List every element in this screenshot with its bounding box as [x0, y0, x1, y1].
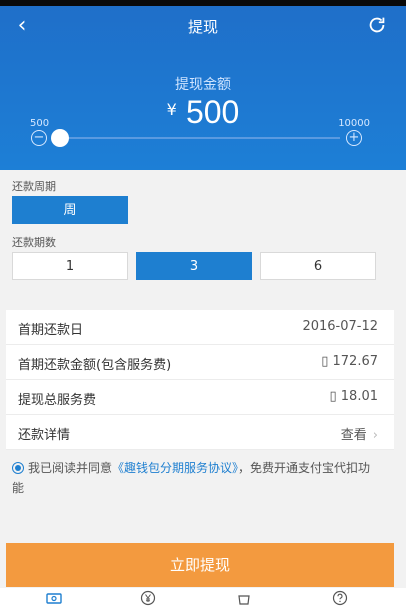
slider-min-label: 500: [30, 118, 50, 129]
slider-knob[interactable]: [51, 129, 69, 147]
repayment-period-label: 还款周期: [12, 180, 56, 193]
chevron-right-icon: ›: [372, 428, 378, 443]
agree-prefix: 我已阅读并同意: [28, 461, 113, 475]
row-value: ▯ 18.01: [329, 389, 378, 404]
count-option-6[interactable]: 6: [260, 252, 376, 280]
hero-panel: ‹ 提现 提现金额 ¥ 500 500 10000 − +: [0, 6, 406, 170]
period-option-week[interactable]: 周: [12, 196, 128, 224]
view-label: 查看: [340, 428, 367, 443]
first-repayment-date-row: 首期还款日 2016-07-12: [6, 310, 394, 345]
row-value: 2016-07-12: [302, 319, 378, 334]
withdraw-button[interactable]: 立即提现: [6, 543, 394, 587]
row-value: ▯ 172.67: [321, 354, 378, 369]
row-label: 还款详情: [18, 428, 71, 443]
repayment-details-row[interactable]: 还款详情 查看 ›: [6, 415, 394, 450]
amount-slider[interactable]: [51, 129, 340, 147]
row-label: 提现总服务费: [18, 393, 97, 408]
refresh-icon[interactable]: [366, 14, 388, 36]
amount-title: 提现金额: [175, 77, 231, 93]
bag-icon[interactable]: [236, 590, 252, 606]
view-details-link[interactable]: 查看 ›: [341, 424, 378, 443]
page-title: 提现: [187, 18, 218, 36]
first-repayment-amount-row: 首期还款金额(包含服务费) ▯ 172.67: [6, 345, 394, 380]
row-label: 首期还款金额(包含服务费): [18, 358, 172, 373]
slider-max-label: 10000: [338, 118, 370, 129]
count-option-1[interactable]: 1: [12, 252, 128, 280]
help-icon[interactable]: [332, 590, 348, 606]
row-label: 首期还款日: [18, 323, 84, 338]
cash-icon[interactable]: [46, 590, 62, 606]
count-option-3[interactable]: 3: [136, 252, 252, 280]
info-list: 首期还款日 2016-07-12 首期还款金额(包含服务费) ▯ 172.67 …: [6, 310, 394, 450]
agree-radio[interactable]: [12, 462, 24, 474]
repayment-count-label: 还款期数: [12, 236, 56, 249]
increase-button[interactable]: +: [346, 130, 362, 146]
amount-value: 500: [185, 94, 240, 130]
agreement: 我已阅读并同意《趣钱包分期服务协议》，免费开通支付宝代扣功能: [12, 458, 382, 498]
decrease-button[interactable]: −: [31, 130, 47, 146]
agreement-link[interactable]: 《趣钱包分期服务协议》: [112, 461, 238, 475]
total-service-fee-row: 提现总服务费 ▯ 18.01: [6, 380, 394, 415]
tab-bar: [0, 588, 406, 608]
yen-icon[interactable]: [140, 590, 156, 606]
currency-symbol: ¥: [166, 100, 177, 119]
